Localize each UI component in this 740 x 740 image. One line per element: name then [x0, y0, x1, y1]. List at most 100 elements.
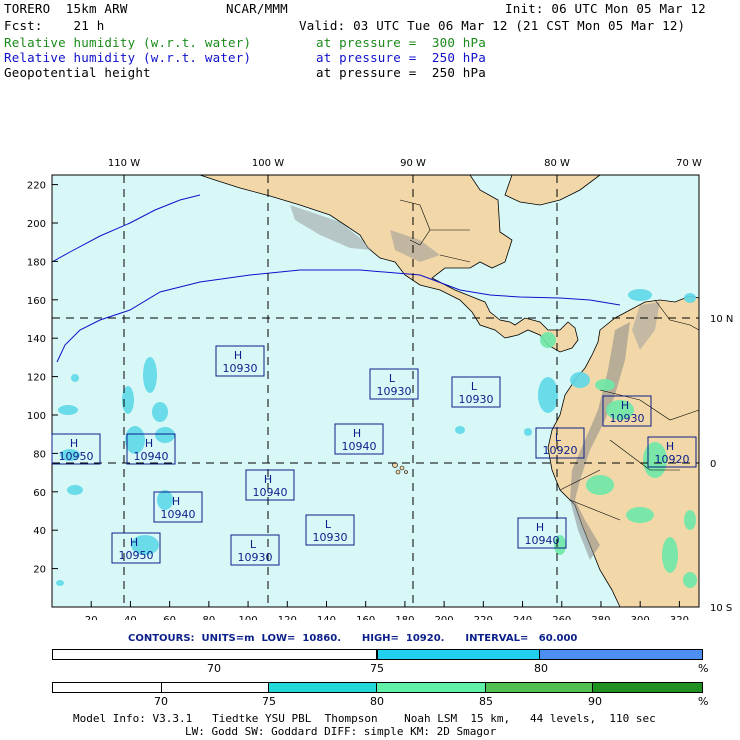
lon-label: 70 W: [676, 158, 702, 169]
field-2-level: at pressure = 250 hPa: [316, 50, 486, 65]
center-type: H: [264, 473, 272, 486]
y-tick-label: 80: [33, 449, 46, 460]
center-value: 10930: [223, 362, 258, 375]
center-value: 10920: [543, 444, 578, 457]
valid-time: Valid: 03 UTC Tue 06 Mar 12 (21 CST Mon …: [299, 18, 686, 33]
lon-label: 80 W: [544, 158, 570, 169]
y-tick-label: 40: [33, 526, 46, 537]
x-tick-label: 280: [591, 615, 610, 620]
y-tick-label: 220: [27, 181, 46, 192]
colorbar-300: [52, 682, 703, 693]
colorbar-250-label-75: 75: [370, 662, 384, 675]
x-tick-label: 240: [513, 615, 532, 620]
model-info: Model Info: V3.3.1 Tiedtke YSU PBL Thomp…: [73, 712, 656, 725]
x-tick-label: 140: [317, 615, 336, 620]
field-3-name: Geopotential height: [4, 65, 151, 80]
colorbar-300-seg-5: [485, 683, 594, 692]
center-type: H: [234, 349, 242, 362]
colorbar-300-label-80: 80: [370, 695, 384, 708]
lat-label: 10 N: [710, 314, 733, 325]
center-value: 10940: [161, 508, 196, 521]
center-value: 10940: [134, 450, 169, 463]
x-tick-label: 320: [670, 615, 689, 620]
center-type: H: [172, 495, 180, 508]
colorbar-250-seg-1: [53, 650, 377, 659]
field-2-name: Relative humidity (w.r.t. water): [4, 50, 252, 65]
colorbar-250-seg-3: [377, 650, 541, 659]
center-type: H: [536, 521, 544, 534]
center-type: L: [555, 431, 562, 444]
center-value: 10950: [59, 450, 94, 463]
x-tick-label: 200: [435, 615, 454, 620]
center-type: L: [471, 380, 478, 393]
colorbar-250-label-pct: %: [698, 662, 709, 675]
center-type: H: [130, 536, 138, 549]
colorbar-300-label-pct: %: [698, 695, 709, 708]
x-tick-label: 60: [163, 615, 176, 620]
org-label: NCAR/MMM: [226, 1, 288, 16]
x-tick-label: 80: [202, 615, 215, 620]
center-value: 10920: [655, 453, 690, 466]
model-physics: LW: Godd SW: Goddard DIFF: simple KM: 2D…: [185, 725, 497, 738]
center-type: H: [70, 437, 78, 450]
lat-label: 0: [710, 459, 716, 470]
center-type: H: [353, 427, 361, 440]
center-value: 10930: [377, 385, 412, 398]
lat-label: 10 S: [710, 603, 732, 614]
center-value: 10930: [610, 412, 645, 425]
center-value: 10930: [459, 393, 494, 406]
model-title: TORERO 15km ARW: [4, 1, 128, 16]
field-1-name: Relative humidity (w.r.t. water): [4, 35, 252, 50]
center-value: 10950: [119, 549, 154, 562]
colorbar-300-seg-3: [269, 683, 378, 692]
y-tick-label: 160: [27, 296, 46, 307]
weather-map: 110 W 100 W 90 W 80 W 70 W 10 N 0 10 S 20 40 60 80 1…: [27, 158, 733, 620]
x-tick-label: 100: [239, 615, 258, 620]
center-type: H: [621, 399, 629, 412]
center-value: 10930: [313, 531, 348, 544]
colorbar-300-label-90: 90: [588, 695, 602, 708]
x-tick-label: 260: [552, 615, 571, 620]
center-value: 10940: [342, 440, 377, 453]
lon-label: 90 W: [400, 158, 426, 169]
forecast-hour: Fcst: 21 h: [4, 18, 105, 33]
colorbar-300-seg-2: [161, 683, 270, 692]
field-1-level: at pressure = 300 hPa: [316, 35, 486, 50]
lon-label: 110 W: [108, 158, 140, 169]
colorbar-300-label-85: 85: [479, 695, 493, 708]
y-tick-label: 100: [27, 411, 46, 422]
colorbar-300-seg-4: [377, 683, 486, 692]
center-type: H: [145, 437, 153, 450]
x-tick-label: 160: [356, 615, 375, 620]
colorbar-300-label-70: 70: [154, 695, 168, 708]
center-type: L: [250, 538, 257, 551]
x-tick-label: 300: [631, 615, 650, 620]
y-tick-label: 140: [27, 334, 46, 345]
x-tick-label: 40: [124, 615, 137, 620]
y-tick-label: 120: [27, 373, 46, 384]
center-type: L: [389, 372, 396, 385]
x-tick-label: 180: [395, 615, 414, 620]
x-tick-label: 20: [85, 615, 98, 620]
center-type: H: [666, 440, 674, 453]
contours-info: CONTOURS: UNITS=m LOW= 10860. HIGH= 1092…: [128, 633, 578, 644]
center-value: 10940: [253, 486, 288, 499]
colorbar-250-label-70: 70: [207, 662, 221, 675]
colorbar-250: [52, 649, 703, 660]
colorbar-300-seg-1: [53, 683, 162, 692]
colorbar-250-seg-4: [540, 650, 702, 659]
y-tick-label: 200: [27, 219, 46, 230]
y-tick-label: 180: [27, 257, 46, 268]
y-tick-label: 60: [33, 488, 46, 499]
x-tick-label: 220: [474, 615, 493, 620]
center-value: 10940: [525, 534, 560, 547]
init-time: Init: 06 UTC Mon 05 Mar 12: [505, 1, 706, 16]
colorbar-300-label-75: 75: [262, 695, 276, 708]
center-type: L: [325, 518, 332, 531]
colorbar-250-label-80: 80: [534, 662, 548, 675]
x-tick-label: 120: [278, 615, 297, 620]
center-value: 10930: [238, 551, 273, 564]
lon-label: 100 W: [252, 158, 284, 169]
field-3-level: at pressure = 250 hPa: [316, 65, 486, 80]
colorbar-300-seg-6: [593, 683, 703, 692]
